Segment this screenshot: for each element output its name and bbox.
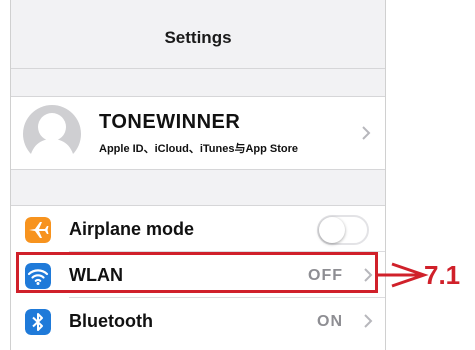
wlan-highlight-box (16, 252, 378, 293)
chevron-right-icon (362, 126, 371, 140)
airplane-mode-row: Airplane mode (11, 206, 385, 252)
settings-screen: Settings TONEWINNER Apple ID、iCloud、iTun… (10, 0, 386, 350)
bluetooth-row[interactable]: Bluetooth ON (11, 298, 385, 344)
airplane-mode-label: Airplane mode (69, 219, 195, 239)
avatar-icon (23, 105, 81, 163)
profile-name: TONEWINNER (99, 111, 241, 133)
airplane-icon (25, 217, 51, 243)
airplane-mode-toggle[interactable] (317, 215, 369, 245)
chevron-right-icon (364, 314, 373, 328)
bluetooth-status: ON (317, 313, 343, 330)
bluetooth-label: Bluetooth (69, 311, 153, 331)
bluetooth-icon (25, 309, 51, 335)
step-annotation: 7.1 (424, 260, 461, 290)
profile-subtitle: Apple ID、iCloud、iTunes与App Store (99, 143, 299, 155)
apple-id-row[interactable]: TONEWINNER Apple ID、iCloud、iTunes与App St… (11, 96, 385, 170)
nav-divider (11, 68, 385, 69)
page-title: Settings (164, 28, 232, 47)
